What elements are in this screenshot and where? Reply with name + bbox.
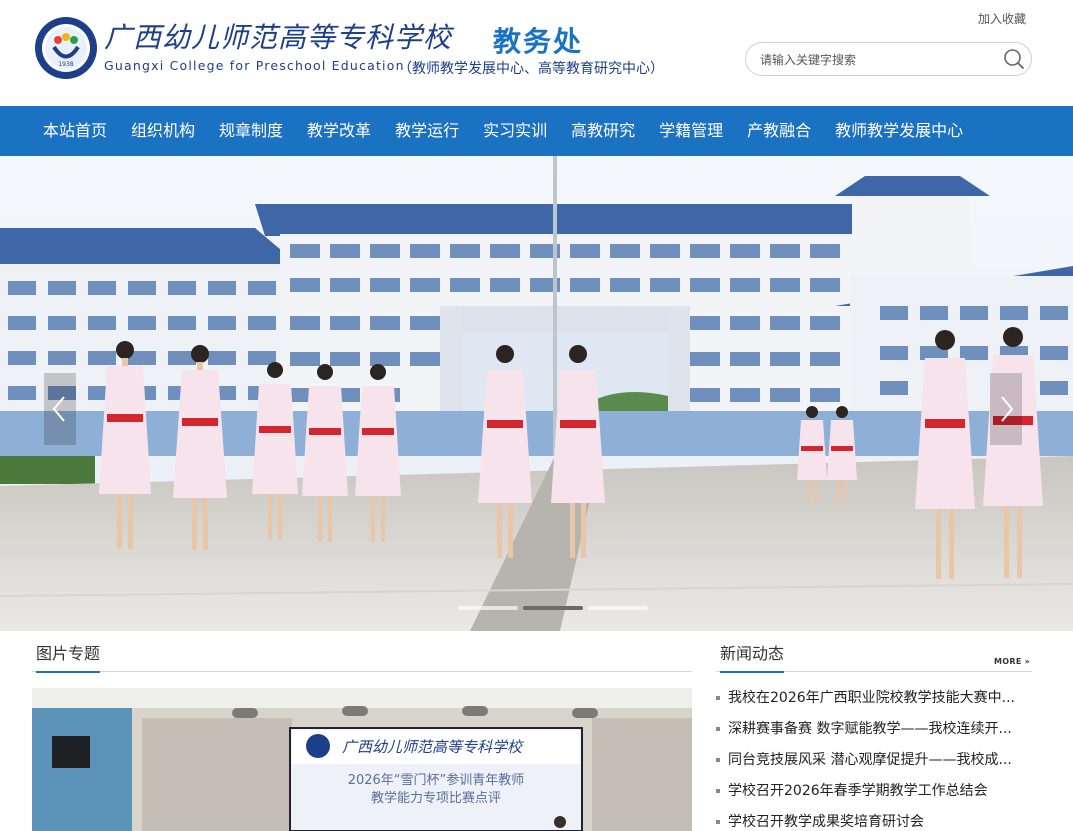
nav-item-teaching-reform[interactable]: 教学改革	[295, 106, 383, 156]
college-emblem-icon[interactable]: 1938	[34, 16, 98, 80]
news-item[interactable]: 学校召开2026年春季学期教学工作总结会	[716, 777, 1032, 808]
emblem-year: 1938	[58, 61, 73, 68]
nav-item-faculty-development[interactable]: 教师教学发展中心	[823, 106, 975, 156]
photo-section-header: 图片专题	[32, 632, 692, 673]
department-title: 教务处	[493, 25, 584, 58]
banner-prev-arrow[interactable]	[44, 373, 76, 445]
news-item-title: 深耕赛事备赛 数字赋能教学——我校连续开...	[728, 721, 1012, 737]
nav-item-regulations[interactable]: 规章制度	[207, 106, 295, 156]
search-icon[interactable]	[1002, 47, 1026, 71]
bullet-icon	[716, 789, 720, 793]
department-subtitle: （教师教学发展中心、高等教育研究中心）	[398, 61, 664, 77]
meeting-photo: 广西幼儿师范高等专科学校 2026年“雪门杯”参训青年教师 教学能力专项比赛点评	[32, 688, 692, 831]
chevron-right-icon	[1001, 396, 1014, 422]
photo-section-title[interactable]: 图片专题	[36, 640, 101, 673]
chevron-left-icon	[52, 396, 65, 422]
photo-feature-image[interactable]: 广西幼儿师范高等专科学校 2026年“雪门杯”参训青年教师 教学能力专项比赛点评	[32, 688, 692, 831]
banner-dot-3[interactable]	[588, 606, 648, 610]
news-item[interactable]: 学校召开教学成果奖培育研讨会	[716, 808, 1032, 831]
nav-item-higher-edu-research[interactable]: 高教研究	[559, 106, 647, 156]
banner-photo	[0, 156, 1073, 631]
nav-item-internship[interactable]: 实习实训	[471, 106, 559, 156]
nav-item-organization[interactable]: 组织机构	[119, 106, 207, 156]
news-item[interactable]: 深耕赛事备赛 数字赋能教学——我校连续开...	[716, 715, 1032, 746]
main-nav: 本站首页 组织机构 规章制度 教学改革 教学运行 实习实训 高教研究 学籍管理 …	[0, 106, 1073, 156]
college-name-cn: 广西幼儿师范高等专科学校	[104, 21, 453, 54]
news-item[interactable]: 同台竞技展风采 潜心观摩促提升——我校成...	[716, 746, 1032, 777]
banner-dot-1[interactable]	[458, 606, 518, 610]
double-chevron-icon: »	[1021, 657, 1031, 666]
search-input[interactable]	[760, 49, 990, 71]
site-header: 1938 广西幼儿师范高等专科学校 Guangxi College for Pr…	[0, 0, 1073, 106]
bullet-icon	[716, 727, 720, 731]
banner-dot-2[interactable]	[523, 606, 583, 610]
news-section-header: 新闻动态 MORE »	[716, 632, 1032, 673]
bullet-icon	[716, 820, 720, 824]
slide-college-name: 广西幼儿师范高等专科学校	[342, 738, 524, 756]
search-box	[745, 42, 1032, 76]
bullet-icon	[716, 696, 720, 700]
more-label: MORE	[994, 657, 1022, 666]
nav-item-home[interactable]: 本站首页	[31, 106, 119, 156]
bullet-icon	[716, 758, 720, 762]
slide-screen-subtitle: 教学能力专项比赛点评	[371, 790, 501, 806]
news-item-title: 学校召开2026年春季学期教学工作总结会	[728, 783, 988, 799]
nav-item-industry-education[interactable]: 产教融合	[735, 106, 823, 156]
news-item-title: 学校召开教学成果奖培育研讨会	[728, 814, 924, 830]
news-list: 我校在2026年广西职业院校教学技能大赛中... 深耕赛事备赛 数字赋能教学——…	[716, 684, 1032, 831]
news-item-title: 同台竞技展风采 潜心观摩促提升——我校成...	[728, 752, 1012, 768]
news-more-link[interactable]: MORE »	[994, 657, 1030, 666]
nav-item-teaching-operation[interactable]: 教学运行	[383, 106, 471, 156]
add-favorite-link[interactable]: 加入收藏	[978, 10, 1026, 27]
news-item-title: 我校在2026年广西职业院校教学技能大赛中...	[728, 690, 1015, 706]
college-name-en: Guangxi College for Preschool Education	[104, 58, 405, 73]
slide-screen-title: 2026年“雪门杯”参训青年教师	[348, 772, 525, 788]
news-item[interactable]: 我校在2026年广西职业院校教学技能大赛中...	[716, 684, 1032, 715]
hero-banner[interactable]	[0, 156, 1073, 631]
nav-item-student-records[interactable]: 学籍管理	[647, 106, 735, 156]
news-section-title[interactable]: 新闻动态	[720, 640, 785, 673]
banner-next-arrow[interactable]	[990, 373, 1022, 445]
banner-pagination	[458, 606, 648, 610]
